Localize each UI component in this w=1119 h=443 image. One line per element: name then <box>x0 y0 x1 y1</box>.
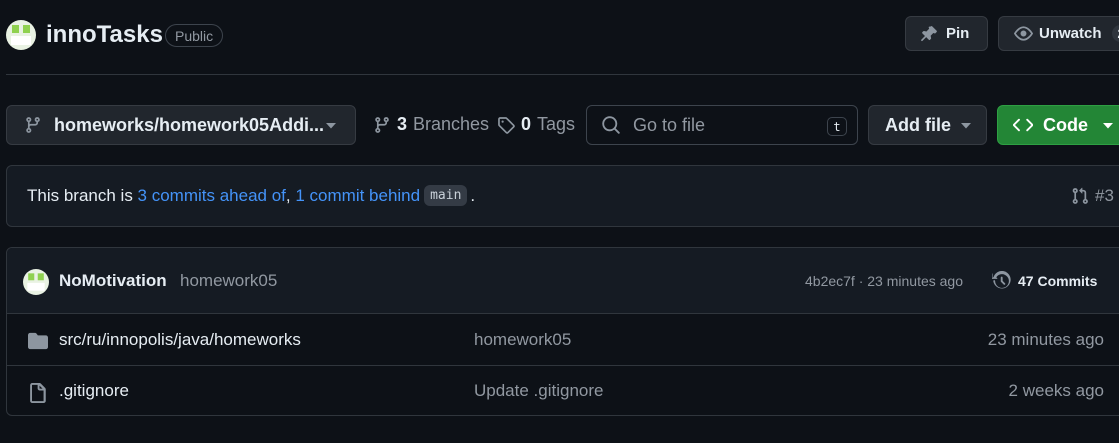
base-branch-chip[interactable]: main <box>424 185 468 206</box>
chevron-down-icon <box>325 121 337 131</box>
tags-label: Tags <box>537 114 576 134</box>
branch-name: homeworks/homework05Addi... <box>54 114 325 135</box>
chevron-down-icon <box>960 121 972 131</box>
pull-request-link[interactable]: #3 <box>1071 186 1114 206</box>
tags-link[interactable]: 0 Tags <box>497 114 575 135</box>
branch-status-separator: , <box>285 185 296 205</box>
search-icon <box>601 115 621 135</box>
file-commit-message[interactable]: Update .gitignore <box>474 381 603 401</box>
file-name[interactable]: src/ru/innopolis/java/homeworks <box>59 330 301 350</box>
file-commit-message[interactable]: homework05 <box>474 330 571 350</box>
go-to-file-placeholder: Go to file <box>633 114 706 135</box>
commit-author[interactable]: NoMotivation <box>59 271 167 291</box>
branch-selector-button[interactable]: homeworks/homework05Addi... <box>6 105 356 145</box>
visibility-badge: Public <box>165 24 224 47</box>
code-label: Code <box>1043 114 1088 135</box>
commits-ahead-link[interactable]: 3 commits ahead of <box>138 186 286 206</box>
file-row[interactable]: .gitignore Update .gitignore 2 weeks ago <box>7 365 1119 415</box>
branch-status-suffix: . <box>470 185 476 205</box>
file-commit-time: 2 weeks ago <box>1008 381 1104 400</box>
repo-owner-avatar[interactable] <box>6 20 36 50</box>
commits-count: 47 Commits <box>1018 273 1098 289</box>
commits-behind-link[interactable]: 1 commit behind <box>295 186 420 206</box>
eye-icon <box>1014 24 1033 43</box>
branches-count: 3 <box>397 114 408 134</box>
watch-count-badge: 2 <box>1111 25 1119 42</box>
file-table: NoMotivation homework05 4b2ec7f · 23 min… <box>6 247 1119 416</box>
pin-button[interactable]: Pin <box>905 16 988 51</box>
git-branch-icon <box>373 116 391 134</box>
tags-count: 0 <box>521 114 532 134</box>
file-commit-time: 23 minutes ago <box>987 330 1104 349</box>
commit-author-avatar[interactable] <box>23 269 49 295</box>
tag-icon <box>497 116 515 134</box>
history-icon <box>992 271 1012 291</box>
commits-history-link[interactable]: 47 Commits <box>992 271 1097 291</box>
pin-label: Pin <box>946 25 970 42</box>
unwatch-button[interactable]: Unwatch 2 <box>998 16 1119 51</box>
pin-icon <box>920 25 938 43</box>
file-icon <box>28 383 46 403</box>
folder-icon <box>28 332 48 350</box>
file-name[interactable]: .gitignore <box>59 381 129 401</box>
branches-label: Branches <box>413 114 490 134</box>
git-branch-icon <box>24 116 42 134</box>
code-button[interactable]: Code <box>997 105 1119 145</box>
branch-status-banner: This branch is 3 commits ahead of , 1 co… <box>6 165 1119 227</box>
branch-status-text: This branch is 3 commits ahead of , 1 co… <box>27 185 475 206</box>
code-icon <box>1013 115 1033 135</box>
add-file-button[interactable]: Add file <box>868 105 987 145</box>
go-to-file-input[interactable]: Go to file t <box>586 105 858 145</box>
branch-status-prefix: This branch is <box>27 185 138 205</box>
pull-request-number: #3 <box>1095 186 1114 205</box>
repo-name[interactable]: innoTasks <box>46 21 163 49</box>
commit-hash-time[interactable]: 4b2ec7f · 23 minutes ago <box>805 273 963 289</box>
branches-link[interactable]: 3 Branches <box>373 114 489 135</box>
unwatch-label: Unwatch <box>1039 25 1102 42</box>
chevron-down-icon <box>1102 121 1114 131</box>
git-pull-request-icon <box>1071 187 1089 205</box>
file-row[interactable]: src/ru/innopolis/java/homeworks homework… <box>7 315 1119 366</box>
add-file-label: Add file <box>885 114 951 135</box>
header-divider <box>6 74 1119 75</box>
latest-commit-header: NoMotivation homework05 4b2ec7f · 23 min… <box>7 248 1119 314</box>
keyboard-shortcut-hint: t <box>827 117 847 136</box>
commit-message[interactable]: homework05 <box>180 271 277 291</box>
